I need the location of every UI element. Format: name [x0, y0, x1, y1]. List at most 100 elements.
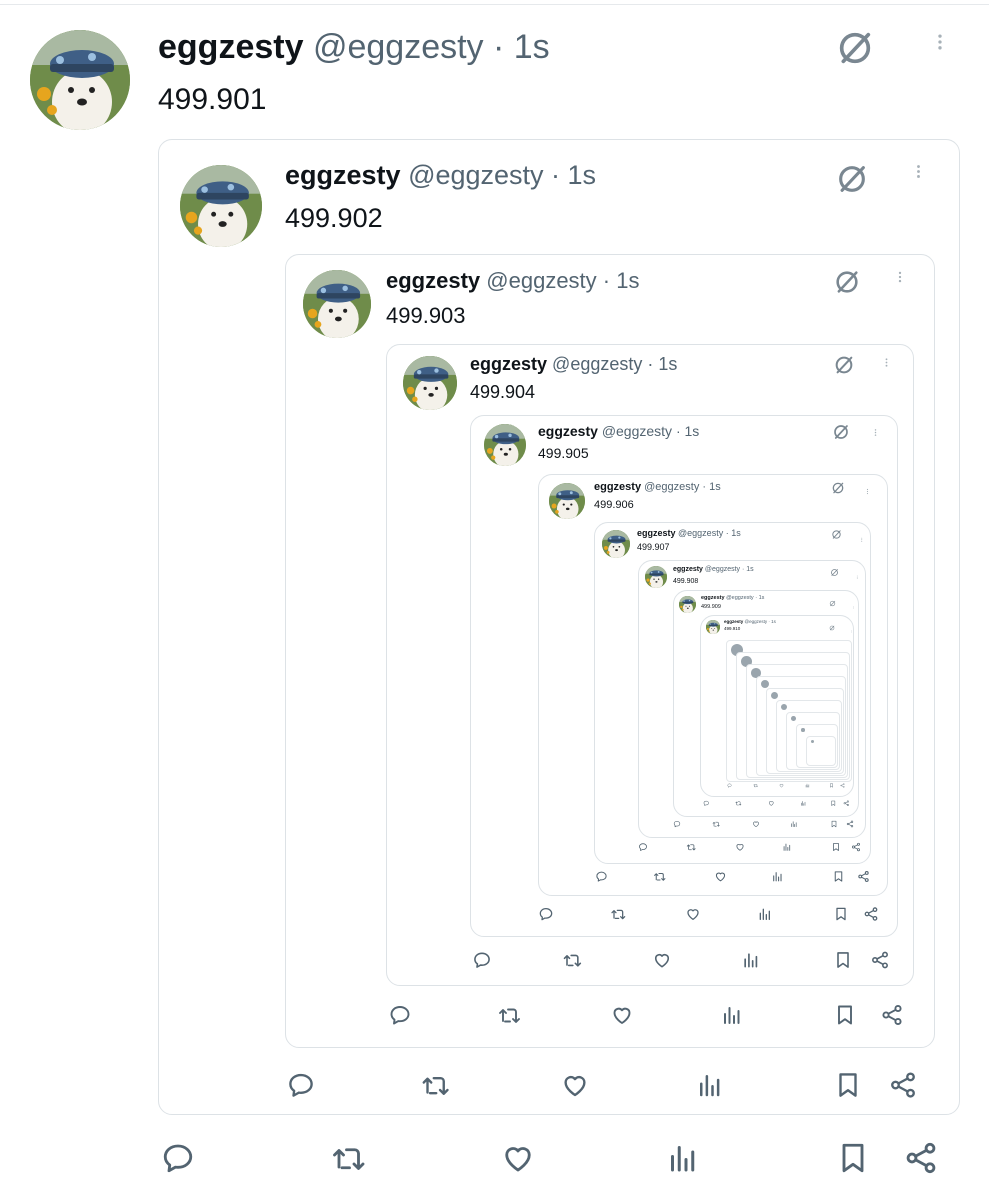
author-name[interactable]: eggzesty — [724, 619, 743, 624]
reply-icon[interactable] — [703, 800, 710, 807]
share-icon[interactable] — [903, 1140, 939, 1176]
avatar[interactable] — [706, 620, 720, 634]
views-icon[interactable] — [771, 870, 784, 883]
bookmark-icon[interactable] — [833, 906, 849, 922]
retweet-icon[interactable] — [686, 842, 696, 852]
tweet-author[interactable]: eggzesty @eggzesty · 1s — [673, 566, 754, 573]
author-name[interactable]: eggzesty — [470, 354, 547, 374]
slashed-circle-icon[interactable] — [831, 481, 845, 495]
share-icon[interactable] — [857, 870, 870, 883]
like-icon[interactable] — [560, 1070, 590, 1100]
slashed-circle-icon[interactable] — [835, 28, 875, 68]
avatar[interactable] — [180, 165, 262, 247]
author-name[interactable]: eggzesty — [594, 481, 641, 493]
tweet-author[interactable]: eggzesty @eggzesty · 1s — [386, 270, 639, 292]
bookmark-icon[interactable] — [833, 950, 853, 970]
retweet-icon[interactable] — [562, 950, 582, 970]
avatar[interactable] — [645, 566, 667, 588]
retweet-icon[interactable] — [753, 783, 758, 788]
tweet-author[interactable]: eggzesty @eggzesty · 1s — [538, 424, 699, 438]
views-icon[interactable] — [720, 1003, 744, 1027]
avatar[interactable] — [679, 596, 696, 613]
retweet-icon[interactable] — [420, 1070, 450, 1100]
more-vertical-icon[interactable] — [881, 356, 892, 378]
more-vertical-icon[interactable] — [852, 597, 856, 609]
tweet-author[interactable]: eggzesty @eggzesty · 1s — [637, 529, 741, 538]
retweet-icon[interactable] — [610, 906, 626, 922]
author-name[interactable]: eggzesty — [158, 28, 304, 66]
avatar[interactable] — [549, 483, 585, 519]
more-vertical-icon[interactable] — [859, 530, 865, 542]
like-icon[interactable] — [714, 870, 727, 883]
views-icon[interactable] — [695, 1070, 725, 1100]
slashed-circle-icon[interactable] — [831, 528, 842, 539]
more-vertical-icon[interactable] — [864, 483, 871, 497]
slashed-circle-icon[interactable] — [833, 354, 855, 376]
bookmark-icon[interactable] — [833, 1003, 857, 1027]
reply-icon[interactable] — [595, 870, 608, 883]
reply-icon[interactable] — [160, 1140, 196, 1176]
slashed-circle-icon[interactable] — [829, 595, 836, 607]
reply-icon[interactable] — [727, 783, 732, 788]
like-icon[interactable] — [652, 950, 672, 970]
retweet-icon[interactable] — [497, 1003, 521, 1027]
reply-icon[interactable] — [538, 906, 554, 922]
views-icon[interactable] — [805, 783, 810, 788]
share-icon[interactable] — [846, 820, 854, 828]
reply-icon[interactable] — [673, 820, 681, 828]
bookmark-icon[interactable] — [830, 800, 837, 807]
like-icon[interactable] — [685, 906, 701, 922]
tweet-author[interactable]: eggzesty @eggzesty · 1s — [724, 619, 776, 625]
share-icon[interactable] — [863, 906, 879, 922]
author-name[interactable]: eggzesty — [285, 160, 401, 190]
views-icon[interactable] — [782, 842, 792, 852]
more-vertical-icon[interactable] — [850, 621, 853, 633]
author-name[interactable]: eggzesty — [538, 423, 598, 439]
like-icon[interactable] — [752, 820, 760, 828]
like-icon[interactable] — [768, 800, 775, 807]
tweet-author[interactable]: eggzesty @eggzesty · 1s — [701, 595, 764, 602]
views-icon[interactable] — [757, 906, 773, 922]
slashed-circle-icon[interactable] — [830, 565, 839, 576]
more-vertical-icon[interactable] — [855, 567, 860, 579]
views-icon[interactable] — [741, 950, 761, 970]
avatar[interactable] — [484, 424, 526, 466]
author-name[interactable]: eggzesty — [673, 566, 703, 573]
like-icon[interactable] — [735, 842, 745, 852]
avatar[interactable] — [602, 530, 630, 558]
more-vertical-icon[interactable] — [930, 32, 950, 72]
share-icon[interactable] — [851, 842, 861, 852]
avatar[interactable] — [30, 30, 130, 130]
bookmark-icon[interactable] — [835, 1140, 871, 1176]
more-vertical-icon[interactable] — [910, 163, 927, 197]
author-name[interactable]: eggzesty — [701, 595, 725, 601]
tweet-author[interactable]: eggzesty @eggzesty · 1s — [594, 482, 721, 493]
tweet-author[interactable]: eggzesty @eggzesty · 1s — [158, 30, 550, 64]
share-icon[interactable] — [843, 800, 850, 807]
reply-icon[interactable] — [638, 842, 648, 852]
views-icon[interactable] — [800, 800, 807, 807]
author-name[interactable]: eggzesty — [386, 268, 480, 293]
reply-icon[interactable] — [286, 1070, 316, 1100]
retweet-icon[interactable] — [712, 820, 720, 828]
bookmark-icon[interactable] — [832, 870, 845, 883]
share-icon[interactable] — [870, 950, 890, 970]
views-icon[interactable] — [790, 820, 798, 828]
slashed-circle-icon[interactable] — [829, 619, 835, 631]
more-vertical-icon[interactable] — [893, 270, 907, 298]
share-icon[interactable] — [888, 1070, 918, 1100]
share-icon[interactable] — [840, 783, 845, 788]
slashed-circle-icon[interactable] — [835, 162, 869, 196]
avatar[interactable] — [403, 356, 457, 410]
slashed-circle-icon[interactable] — [833, 268, 861, 296]
like-icon[interactable] — [500, 1140, 536, 1176]
retweet-icon[interactable] — [330, 1140, 366, 1176]
tweet-author[interactable]: eggzesty @eggzesty · 1s — [285, 162, 596, 189]
more-vertical-icon[interactable] — [871, 425, 880, 443]
author-name[interactable]: eggzesty — [637, 528, 676, 538]
tweet-author[interactable]: eggzesty @eggzesty · 1s — [470, 355, 677, 373]
like-icon[interactable] — [610, 1003, 634, 1027]
bookmark-icon[interactable] — [833, 1070, 863, 1100]
like-icon[interactable] — [779, 783, 784, 788]
bookmark-icon[interactable] — [830, 820, 838, 828]
